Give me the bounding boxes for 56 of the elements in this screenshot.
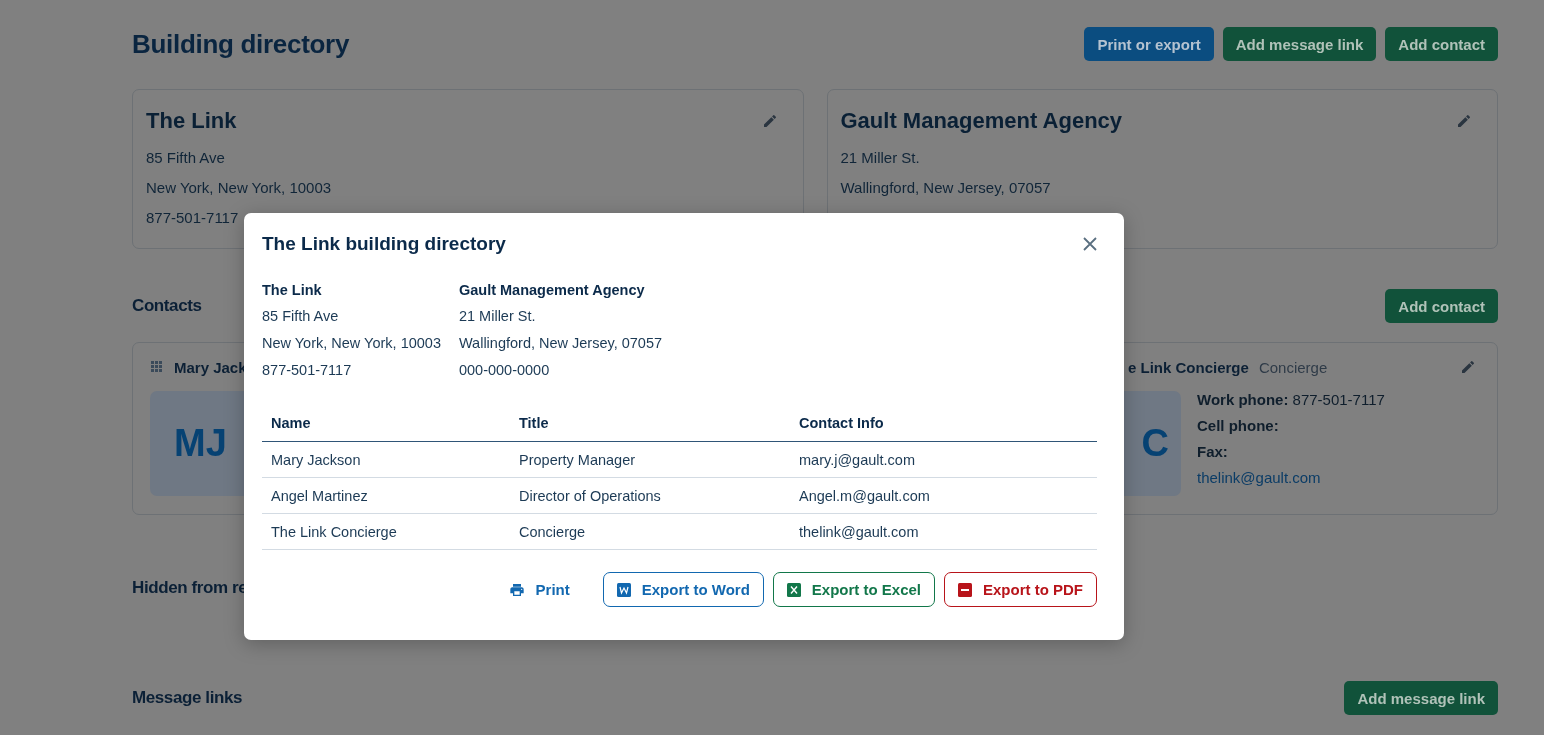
table-cell: The Link Concierge xyxy=(262,513,510,550)
add-contact-button[interactable]: Add contact xyxy=(1385,289,1498,323)
page-title: Building directory xyxy=(132,28,350,60)
section-heading: Contacts xyxy=(132,296,202,316)
table-cell: thelink@gault.com xyxy=(790,513,1097,550)
word-icon xyxy=(616,582,631,597)
contact-field: Cell phone: xyxy=(1197,417,1385,434)
email-link[interactable]: thelink@gault.com xyxy=(1197,469,1385,486)
edit-icon[interactable] xyxy=(761,113,778,129)
address-line: 21 Miller St. xyxy=(458,307,537,326)
address-line: New York, New York, 10003 xyxy=(262,334,441,353)
edit-icon[interactable] xyxy=(1456,113,1472,129)
add-message-link-button[interactable]: Add message link xyxy=(1344,681,1498,715)
address-line: 877-501-7117 xyxy=(262,361,353,380)
section-heading: Message links xyxy=(132,688,243,708)
address-line: 85 Fifth Ave xyxy=(146,148,226,168)
avatar-initials: C xyxy=(1141,422,1169,465)
table-cell: Mary Jackson xyxy=(262,441,510,478)
address-name: The Link xyxy=(262,281,323,300)
address-line: 85 Fifth Ave xyxy=(262,307,340,326)
column-header: Name xyxy=(262,404,510,442)
pdf-icon xyxy=(958,582,972,597)
table-cell: Property Manager xyxy=(510,441,790,478)
column-header: Title xyxy=(510,404,790,442)
table-cell: Angel Martinez xyxy=(262,477,510,514)
contact-field: Work phone: 877-501-7117 xyxy=(1197,391,1385,408)
address-line: Wallingford, New Jersey, 07057 xyxy=(840,178,1052,198)
address-line: 877-501-7117 xyxy=(146,208,240,228)
print-icon xyxy=(508,581,525,598)
header-button[interactable]: Print or export xyxy=(1084,27,1214,61)
column-header: Contact Info xyxy=(790,404,1097,442)
contact-title: Concierge xyxy=(1258,358,1328,376)
header-button[interactable]: Add message link xyxy=(1222,27,1377,61)
property-name: The Link xyxy=(146,108,237,134)
table-cell: mary.j@gault.com xyxy=(790,441,1097,478)
table-cell: Concierge xyxy=(510,513,790,550)
drag-handle-icon[interactable] xyxy=(150,360,164,374)
spreadsheet-icon xyxy=(786,582,801,597)
property-name: Gault Management Agency xyxy=(840,108,1123,134)
address-name: Gault Management Agency xyxy=(458,281,646,300)
header-button[interactable]: Add contact xyxy=(1385,27,1498,61)
dialog-title: The Link building directory xyxy=(262,233,506,255)
table-cell: Director of Operations xyxy=(510,477,790,514)
export-button[interactable]: Export to Word xyxy=(602,572,764,607)
avatar-initials: MJ xyxy=(174,422,227,465)
export-button[interactable]: Export to PDF xyxy=(944,572,1097,607)
table-cell: Angel.m@gault.com xyxy=(790,477,1097,514)
address-line: 21 Miller St. xyxy=(840,148,921,168)
address-line: Wallingford, New Jersey, 07057 xyxy=(458,334,663,353)
address-line: New York, New York, 10003 xyxy=(146,178,333,198)
export-button[interactable]: Export to Excel xyxy=(772,572,935,607)
close-icon[interactable] xyxy=(1083,237,1097,251)
contact-name: e Link Concierge xyxy=(1128,358,1249,376)
contact-field: Fax: xyxy=(1197,443,1385,460)
address-line: 000-000-0000 xyxy=(458,361,551,380)
edit-icon[interactable] xyxy=(1460,359,1476,375)
